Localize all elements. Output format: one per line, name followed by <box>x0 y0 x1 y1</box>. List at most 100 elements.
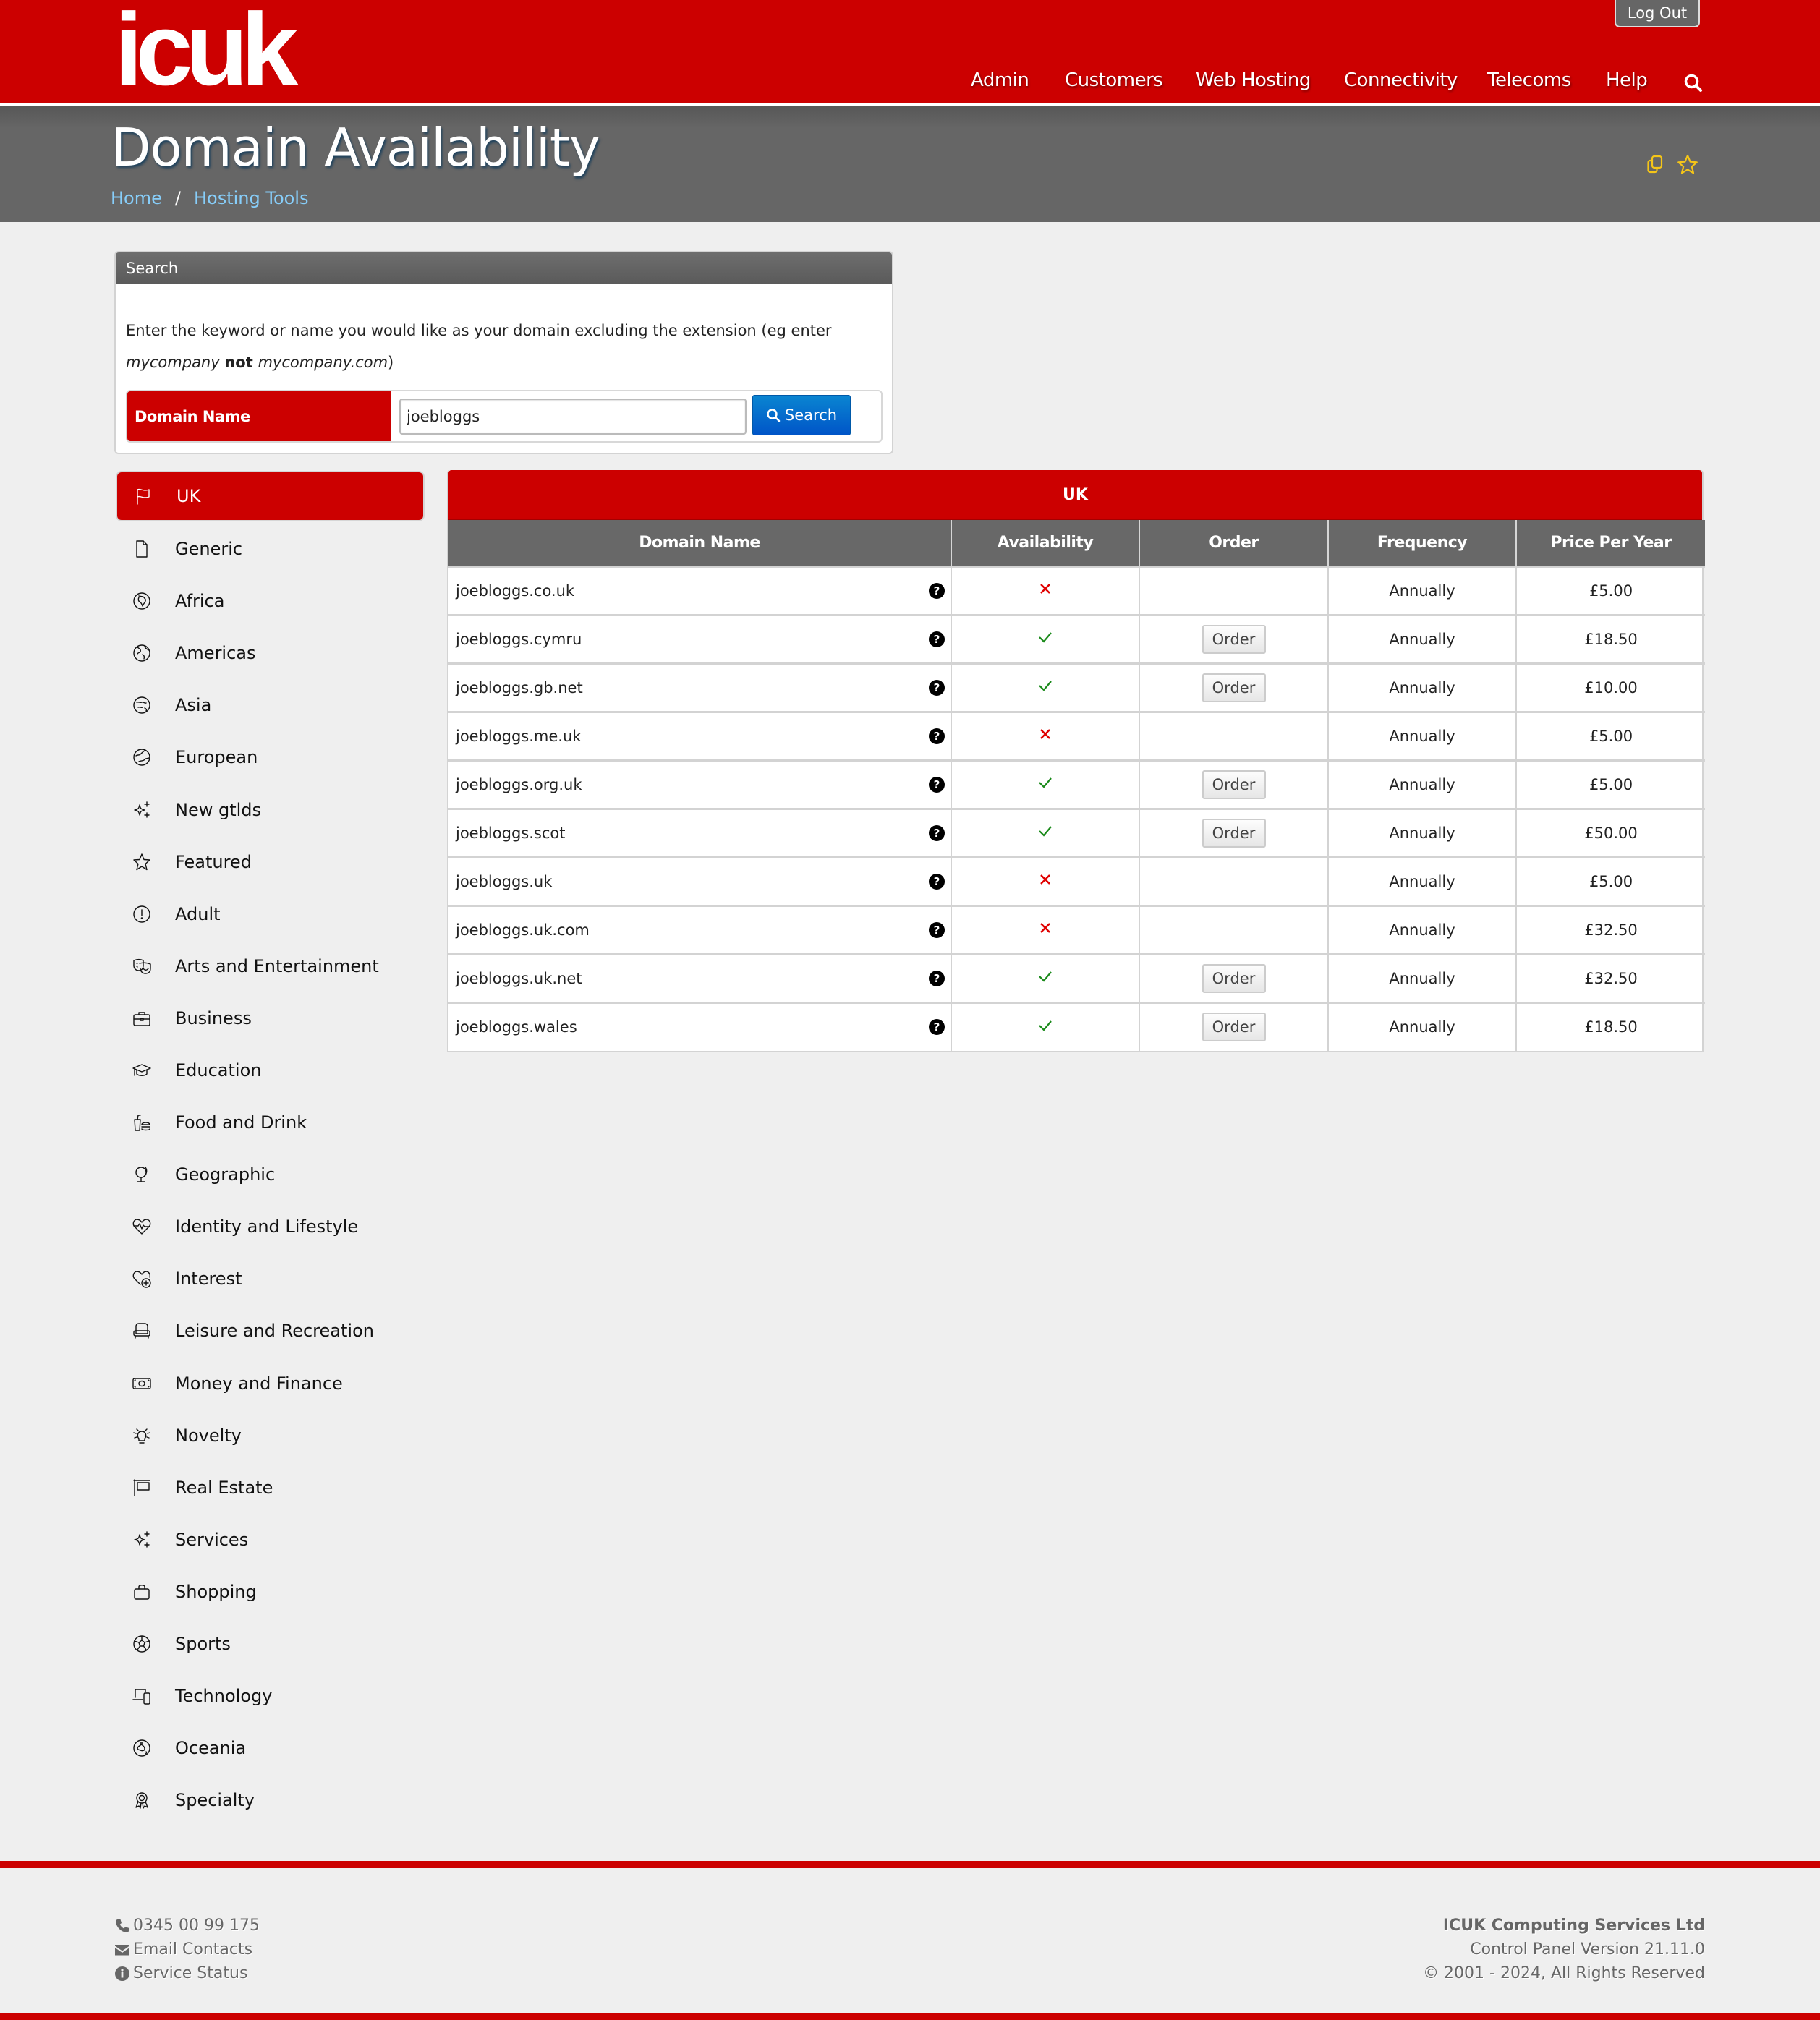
order-button[interactable]: Order <box>1202 963 1266 993</box>
search-button-label: Search <box>784 406 838 424</box>
sidebar-item-adult[interactable]: Adult <box>116 888 425 940</box>
copyright-text: © 2001 - 2024, All Rights Reserved <box>1423 1964 1705 1982</box>
globe-africa-icon <box>132 591 152 611</box>
domain-cell: joebloggs.org.uk? <box>448 759 952 809</box>
order-cell <box>1139 904 1329 954</box>
globe-asia-icon <box>132 695 152 715</box>
frequency-cell: Annually <box>1328 856 1517 905</box>
sidebar-item-business[interactable]: Business <box>116 992 425 1044</box>
sidebar-item-novelty[interactable]: Novelty <box>116 1410 425 1462</box>
sidebar-item-leisure-and-recreation[interactable]: Leisure and Recreation <box>116 1305 425 1357</box>
sidebar-item-label: Education <box>175 1060 262 1081</box>
check-icon <box>1039 826 1052 837</box>
sidebar-item-asia[interactable]: Asia <box>116 679 425 731</box>
footer-phone[interactable]: 0345 00 99 175 <box>114 1914 260 1938</box>
availability-cell <box>951 904 1140 954</box>
order-button[interactable]: Order <box>1202 1013 1266 1042</box>
sparkles-icon <box>132 1530 152 1550</box>
domain-name-input[interactable] <box>399 399 747 435</box>
availability-cell <box>951 807 1140 857</box>
question-circle-icon[interactable]: ? <box>929 728 945 744</box>
sidebar-item-identity-and-lifestyle[interactable]: Identity and Lifestyle <box>116 1201 425 1253</box>
sidebar-item-label: Food and Drink <box>175 1112 307 1133</box>
order-cell <box>1139 710 1329 760</box>
sidebar-item-featured[interactable]: Featured <box>116 836 425 888</box>
nav-connectivity[interactable]: Connectivity <box>1344 69 1458 91</box>
order-button[interactable]: Order <box>1202 818 1266 848</box>
question-circle-icon[interactable]: ? <box>929 776 945 793</box>
star-icon <box>132 852 152 872</box>
search-button[interactable]: Search <box>752 395 851 435</box>
sidebar-item-technology[interactable]: Technology <box>116 1670 425 1722</box>
table-row: joebloggs.uk.com? Annually £32.50 <box>448 904 1705 954</box>
availability-cell <box>951 953 1140 1002</box>
order-cell: Order <box>1139 759 1329 809</box>
question-circle-icon[interactable]: ? <box>929 921 945 938</box>
sidebar-item-new-gtlds[interactable]: New gtlds <box>116 783 425 835</box>
info-icon <box>115 1966 129 1981</box>
phone-number: 0345 00 99 175 <box>133 1917 260 1935</box>
breadcrumb-home[interactable]: Home <box>111 188 162 208</box>
nav-web-hosting[interactable]: Web Hosting <box>1196 69 1311 91</box>
price-cell: £18.50 <box>1516 613 1705 663</box>
icuk-logo[interactable]: icuk <box>114 0 298 101</box>
order-button[interactable]: Order <box>1202 624 1266 654</box>
results-panel: UK Domain Name Availability Order Freque… <box>447 470 1705 1052</box>
domain-name: joebloggs.uk.net <box>456 969 582 987</box>
burger-soda-icon <box>132 1112 152 1133</box>
price-cell: £50.00 <box>1516 807 1705 857</box>
sidebar-item-geographic[interactable]: Geographic <box>116 1148 425 1201</box>
sidebar-item-education[interactable]: Education <box>116 1044 425 1096</box>
question-circle-icon[interactable]: ? <box>929 1019 945 1036</box>
sidebar-item-sports[interactable]: Sports <box>116 1618 425 1670</box>
briefcase-icon <box>132 1008 152 1028</box>
sidebar-item-americas[interactable]: Americas <box>116 627 425 679</box>
question-circle-icon[interactable]: ? <box>929 582 945 599</box>
frequency-cell: Annually <box>1328 565 1517 615</box>
domain-name: joebloggs.co.uk <box>456 581 575 600</box>
sidebar-item-label: Identity and Lifestyle <box>175 1216 359 1237</box>
sidebar-item-generic[interactable]: Generic <box>116 523 425 575</box>
domain-cell: joebloggs.wales? <box>448 1001 952 1051</box>
nav-help[interactable]: Help <box>1606 69 1648 91</box>
graduation-cap-icon <box>132 1060 152 1081</box>
star-icon[interactable] <box>1675 153 1700 177</box>
sidebar-item-label: Asia <box>175 695 212 716</box>
order-button[interactable]: Order <box>1202 770 1266 799</box>
sidebar-item-shopping[interactable]: Shopping <box>116 1566 425 1618</box>
logout-button[interactable]: Log Out <box>1615 0 1700 27</box>
sidebar-item-uk[interactable]: UK <box>116 471 425 521</box>
search-panel-title: Search <box>116 252 892 284</box>
sidebar-item-real-estate[interactable]: Real Estate <box>116 1462 425 1514</box>
question-circle-icon[interactable]: ? <box>929 631 945 647</box>
nav-customers[interactable]: Customers <box>1065 69 1163 91</box>
domain-name: joebloggs.org.uk <box>456 775 582 793</box>
category-sidebar: UK Generic Africa Americas Asia European New g… <box>116 471 425 1826</box>
domain-name: joebloggs.wales <box>456 1018 577 1036</box>
nav-telecoms[interactable]: Telecoms <box>1487 69 1571 91</box>
sidebar-item-interest[interactable]: Interest <box>116 1253 425 1305</box>
sidebar-item-european[interactable]: European <box>116 731 425 783</box>
sidebar-item-label: Technology <box>175 1686 273 1707</box>
breadcrumb-hosting-tools[interactable]: Hosting Tools <box>194 188 309 208</box>
footer-email-contacts[interactable]: Email Contacts <box>114 1938 260 1961</box>
question-circle-icon[interactable]: ? <box>929 824 945 841</box>
sidebar-item-oceania[interactable]: Oceania <box>116 1722 425 1774</box>
sidebar-item-services[interactable]: Services <box>116 1514 425 1566</box>
search-icon[interactable] <box>1683 72 1704 94</box>
copy-icon[interactable] <box>1643 153 1668 177</box>
nav-admin[interactable]: Admin <box>971 69 1029 91</box>
footer-service-status[interactable]: Service Status <box>114 1961 260 1985</box>
question-circle-icon[interactable]: ? <box>929 679 945 696</box>
desk-globe-icon <box>132 1164 152 1185</box>
sidebar-item-africa[interactable]: Africa <box>116 575 425 627</box>
sidebar-item-label: Americas <box>175 643 256 664</box>
question-circle-icon[interactable]: ? <box>929 873 945 890</box>
price-cell: £32.50 <box>1516 953 1705 1002</box>
sidebar-item-food-and-drink[interactable]: Food and Drink <box>116 1096 425 1148</box>
sidebar-item-specialty[interactable]: Specialty <box>116 1774 425 1826</box>
order-button[interactable]: Order <box>1202 673 1266 702</box>
sidebar-item-money-and-finance[interactable]: Money and Finance <box>116 1358 425 1410</box>
sidebar-item-arts-and-entertainment[interactable]: Arts and Entertainment <box>116 940 425 992</box>
question-circle-icon[interactable]: ? <box>929 970 945 986</box>
